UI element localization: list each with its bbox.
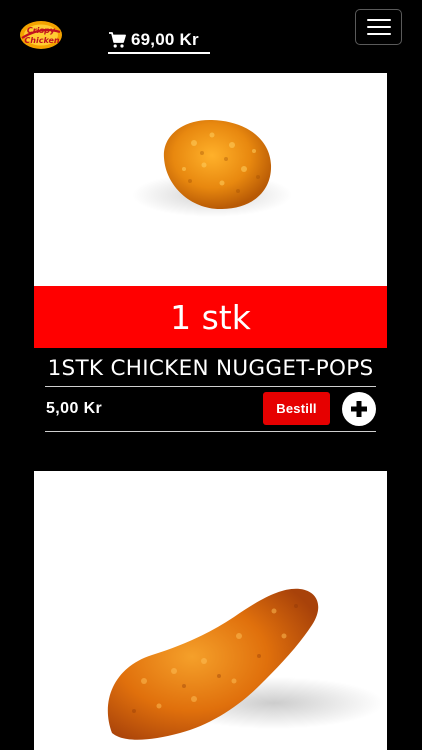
- menu-icon-bar: [366, 19, 391, 21]
- product-card: [34, 471, 387, 750]
- logo-text-line2: Chicken: [24, 36, 60, 45]
- menu-icon-bar: [366, 26, 391, 28]
- product-card: 1 stk 1STK CHICKEN NUGGET-POPS 5,00 Kr B…: [34, 73, 387, 432]
- brand-logo[interactable]: Crispy Chicken: [18, 18, 64, 52]
- product-image-nugget[interactable]: [34, 73, 387, 286]
- cart-total: 69,00 Kr: [131, 30, 199, 49]
- product-title: 1STK CHICKEN NUGGET-POPS: [45, 356, 376, 387]
- price-row: 5,00 Kr Bestill: [45, 387, 376, 432]
- page: Crispy Chicken 69,00 Kr 1 stk 1STK CHICK…: [0, 0, 422, 750]
- product-image-chicken-wing[interactable]: [34, 471, 387, 750]
- shopping-cart-icon: [108, 31, 126, 49]
- logo-graphic: Crispy Chicken: [20, 21, 62, 49]
- order-button[interactable]: Bestill: [263, 392, 330, 425]
- logo-text-line1: Crispy: [27, 26, 56, 35]
- cart-summary[interactable]: 69,00 Kr: [108, 28, 210, 54]
- plus-icon: [351, 401, 367, 417]
- menu-icon-bar: [366, 33, 391, 35]
- header: Crispy Chicken 69,00 Kr: [0, 0, 422, 70]
- hamburger-menu-button[interactable]: [355, 9, 402, 45]
- add-to-cart-button[interactable]: [342, 392, 376, 426]
- product-price: 5,00 Kr: [46, 400, 103, 417]
- quantity-banner: 1 stk: [34, 286, 387, 348]
